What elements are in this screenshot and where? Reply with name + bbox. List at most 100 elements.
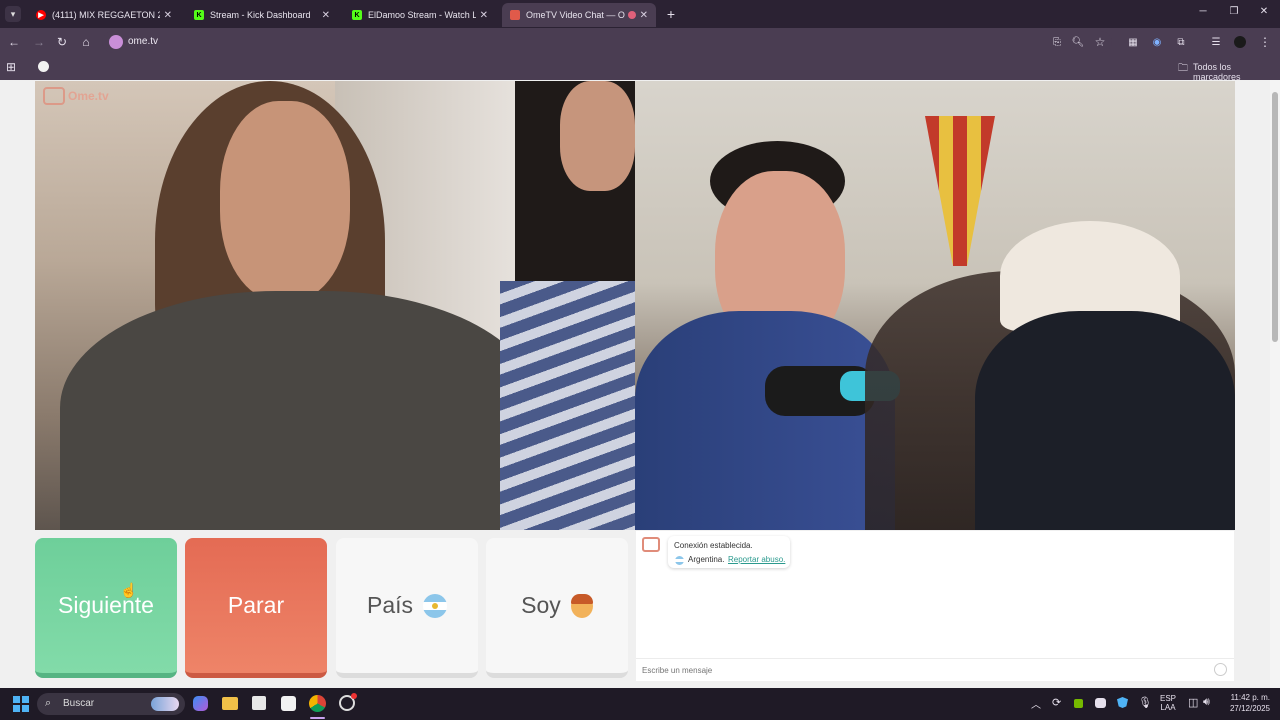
store-icon[interactable] bbox=[252, 696, 266, 710]
all-bookmarks-link[interactable]: Todos los marcadores bbox=[1193, 62, 1280, 82]
restore-button[interactable]: ❐ bbox=[1227, 6, 1241, 20]
emoji-icon[interactable] bbox=[1214, 663, 1227, 676]
reload-icon[interactable]: ↻ bbox=[54, 34, 70, 50]
boy-emoji-icon bbox=[570, 593, 593, 618]
second-person-face bbox=[560, 81, 635, 191]
ometv-logo: Ome.tv bbox=[43, 87, 109, 105]
minimize-button[interactable]: ─ bbox=[1196, 6, 1210, 20]
address-bar[interactable]: ome.tv bbox=[102, 31, 1112, 53]
gender-button-label: Soy bbox=[521, 592, 561, 618]
nvidia-icon[interactable] bbox=[1074, 699, 1083, 708]
kick-icon: K bbox=[352, 10, 362, 20]
person-shirt bbox=[60, 291, 540, 530]
language-indicator[interactable]: ESP LAA bbox=[1160, 694, 1176, 712]
status-message: Conexión establecida. Argentina. Reporta… bbox=[668, 536, 790, 568]
tab-title: ElDamoo Stream - Watch Live o bbox=[368, 10, 476, 20]
tab-strip: ▾ ▶ (4111) MIX REGGAETON 2025 | ✕ K Stre… bbox=[0, 0, 1280, 28]
extension-icon[interactable]: ▦ bbox=[1125, 34, 1141, 50]
self-video bbox=[635, 81, 1235, 530]
scrollbar-thumb[interactable] bbox=[1272, 92, 1278, 342]
bookmarks-bar: ⊞ 🗀 Todos los marcadores bbox=[0, 56, 1280, 82]
tab-title: (4111) MIX REGGAETON 2025 | bbox=[52, 10, 160, 20]
app-icon[interactable] bbox=[281, 696, 296, 711]
report-abuse-link[interactable]: Reportar abuso. bbox=[728, 555, 785, 564]
microphone-icon[interactable]: 🎙︎ bbox=[1138, 696, 1152, 709]
second-person-shirt bbox=[500, 281, 635, 530]
tab-ometv[interactable]: OmeTV Video Chat — Ome ✕ bbox=[502, 3, 656, 27]
argentina-flag-icon bbox=[675, 556, 684, 565]
discord-icon[interactable] bbox=[1095, 698, 1106, 708]
search-icon: ⌕ bbox=[45, 697, 52, 709]
tab-search-button[interactable]: ▾ bbox=[5, 6, 21, 22]
cap-person-body bbox=[975, 311, 1235, 530]
next-button[interactable]: Siguiente bbox=[35, 538, 177, 678]
windows-start-icon[interactable] bbox=[13, 696, 29, 712]
zoom-icon[interactable]: 🔍︎ bbox=[1070, 34, 1086, 50]
taskbar-search[interactable]: ⌕ Buscar bbox=[37, 693, 185, 715]
gender-button[interactable]: Soy bbox=[486, 538, 628, 678]
kick-icon: K bbox=[194, 10, 204, 20]
person-face bbox=[220, 101, 350, 301]
tab-kick-stream[interactable]: K ElDamoo Stream - Watch Live o ✕ bbox=[344, 3, 496, 27]
back-icon[interactable]: ← bbox=[6, 34, 22, 50]
extension-icon[interactable]: ◉ bbox=[1149, 34, 1165, 50]
message-input[interactable] bbox=[640, 662, 1204, 678]
copilot-icon[interactable] bbox=[193, 696, 208, 711]
mouse-cursor-icon: ☝ bbox=[120, 582, 138, 598]
tab-kick-dashboard[interactable]: K Stream - Kick Dashboard ✕ bbox=[186, 3, 338, 27]
chevron-up-icon[interactable]: ︿ bbox=[1031, 696, 1041, 711]
clock-date: 27/12/2025 bbox=[1229, 704, 1270, 713]
bookmark-globe-icon[interactable] bbox=[38, 61, 49, 72]
tab-title: Stream - Kick Dashboard bbox=[210, 10, 311, 20]
language-code: ESP bbox=[1160, 694, 1177, 703]
close-icon[interactable]: ✕ bbox=[322, 10, 330, 21]
folder-icon: 🗀 bbox=[1178, 63, 1188, 74]
extensions-puzzle-icon[interactable]: ⧉ bbox=[1173, 34, 1189, 50]
stop-button[interactable]: Parar bbox=[185, 538, 327, 678]
install-app-icon[interactable]: ⎘ bbox=[1049, 34, 1065, 50]
recording-icon bbox=[627, 11, 636, 19]
ometv-logo-icon bbox=[43, 87, 65, 105]
close-icon[interactable]: ✕ bbox=[164, 10, 172, 21]
url-text: ome.tv bbox=[128, 36, 159, 47]
menu-icon[interactable]: ⋮ bbox=[1257, 34, 1273, 50]
flag-banner bbox=[925, 116, 995, 266]
recording-badge-icon bbox=[351, 693, 357, 699]
partner-video: Ome.tv bbox=[35, 81, 635, 530]
star-icon[interactable]: ☆ bbox=[1092, 34, 1108, 50]
tab-youtube[interactable]: ▶ (4111) MIX REGGAETON 2025 | ✕ bbox=[28, 3, 180, 27]
clock-time: 11:42 p. m. bbox=[1230, 693, 1270, 702]
close-icon[interactable]: ✕ bbox=[640, 10, 648, 21]
chrome-icon[interactable] bbox=[309, 695, 326, 712]
volume-icon[interactable]: 🔊︎ bbox=[1203, 696, 1210, 709]
keyboard-layout: LAA bbox=[1160, 703, 1176, 712]
taskbar-search-text: Buscar bbox=[63, 698, 95, 709]
media-icon[interactable]: ☰ bbox=[1208, 34, 1224, 50]
security-icon[interactable] bbox=[1117, 697, 1128, 708]
site-info-icon[interactable] bbox=[109, 35, 123, 49]
close-window-button[interactable]: ✕ bbox=[1257, 6, 1271, 20]
forward-icon[interactable]: → bbox=[31, 34, 47, 50]
streamer-jersey bbox=[635, 311, 895, 530]
chat-divider bbox=[636, 658, 1234, 659]
file-explorer-icon[interactable] bbox=[222, 697, 238, 710]
windows-taskbar: ⌕ Buscar ︿ ⟳ 🎙︎ ESP LAA ◫ 🔊︎ 11:42 p. m.… bbox=[0, 688, 1280, 720]
close-icon[interactable]: ✕ bbox=[480, 10, 488, 21]
partner-country: Argentina. bbox=[688, 555, 725, 564]
wifi-icon[interactable]: ◫ bbox=[1188, 696, 1198, 709]
active-app-indicator bbox=[310, 717, 325, 719]
new-tab-button[interactable]: + bbox=[664, 6, 678, 22]
avatar[interactable] bbox=[1232, 34, 1248, 50]
search-highlight-icon bbox=[151, 697, 179, 711]
sync-icon[interactable]: ⟳ bbox=[1052, 696, 1061, 709]
country-button-label: País bbox=[366, 592, 414, 618]
chat-panel: Conexión establecida. Argentina. Reporta… bbox=[636, 531, 1234, 681]
next-button-label: Siguiente bbox=[58, 592, 154, 618]
ometv-chat-icon bbox=[642, 537, 660, 552]
tab-title: OmeTV Video Chat — Ome bbox=[526, 10, 625, 20]
home-icon[interactable]: ⌂ bbox=[78, 34, 94, 50]
apps-icon[interactable]: ⊞ bbox=[6, 60, 16, 74]
stop-button-label: Parar bbox=[227, 592, 285, 618]
clock[interactable]: 11:42 p. m. 27/12/2025 bbox=[1220, 693, 1270, 713]
country-button[interactable]: País bbox=[336, 538, 478, 678]
